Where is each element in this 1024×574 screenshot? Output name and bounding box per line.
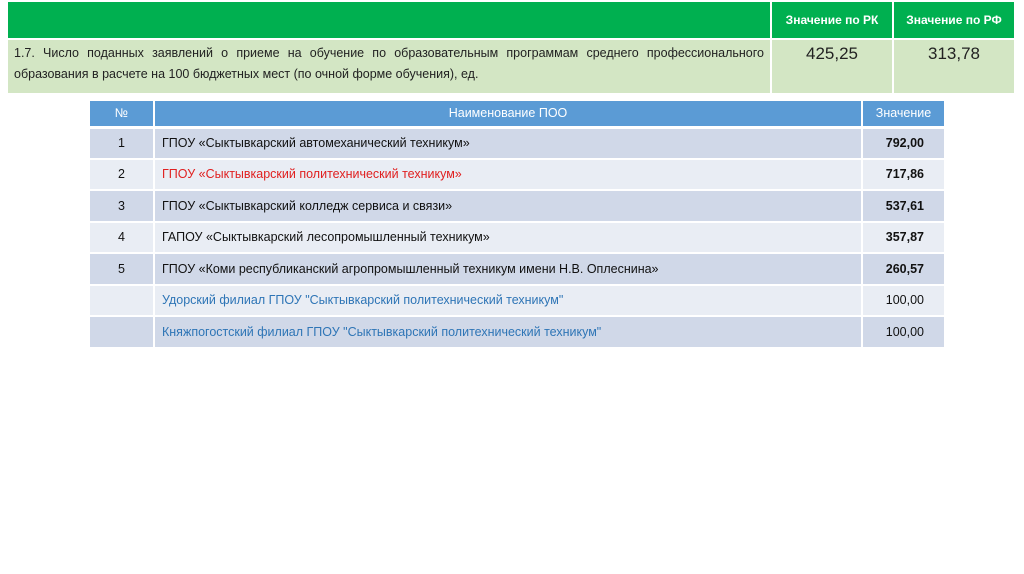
header-blank (6, 0, 772, 40)
row-num: 3 (88, 189, 155, 223)
header-rk: Значение по РК (770, 0, 894, 40)
row-value: 100,00 (861, 315, 946, 349)
value-rk: 425,25 (770, 38, 894, 95)
row-value: 260,57 (861, 252, 946, 286)
table-row: 5 ГПОУ «Коми республиканский агропромышле… (88, 252, 946, 286)
col-header-num: № (88, 99, 155, 129)
header-rf: Значение по РФ (892, 0, 1016, 40)
table-row: 4 ГАПОУ «Сыктывкарский лесопромышленный т… (88, 220, 946, 254)
row-value: 357,87 (861, 220, 946, 254)
value-rf: 313,78 (892, 38, 1016, 95)
row-value: 100,00 (861, 283, 946, 317)
row-num: 2 (88, 157, 155, 191)
row-name: ГАПОУ «Сыктывкарский лесопромышленный те… (153, 220, 863, 254)
row-value: 792,00 (861, 126, 946, 160)
col-header-value: Значение (861, 99, 946, 129)
indicator-table: Значение по РК Значение по РФ 1.7. Число… (6, 0, 1016, 95)
row-name: ГПОУ «Коми республиканский агропромышлен… (153, 252, 863, 286)
row-name: ГПОУ «Сыктывкарский колледж сервиса и св… (153, 189, 863, 223)
table-row: 1 ГПОУ «Сыктывкарский автомеханический те… (88, 126, 946, 160)
row-value: 537,61 (861, 189, 946, 223)
row-num: 1 (88, 126, 155, 160)
poo-table: № Наименование ПОО Значение 1 ГПОУ «Сыкты… (88, 99, 946, 349)
row-num: 4 (88, 220, 155, 254)
indicator-text: 1.7. Число поданных заявлений о приеме н… (6, 38, 772, 95)
table-row: 2 ГПОУ «Сыктывкарский политехнический тех… (88, 157, 946, 191)
row-name: Княжпогостский филиал ГПОУ "Сыктывкарски… (153, 315, 863, 349)
row-num (88, 315, 155, 349)
col-header-name: Наименование ПОО (153, 99, 863, 129)
table-row: Удорский филиал ГПОУ "Сыктывкарский поли… (88, 283, 946, 317)
table-row: 3 ГПОУ «Сыктывкарский колледж сервиса и с… (88, 189, 946, 223)
table-row: Княжпогостский филиал ГПОУ "Сыктывкарски… (88, 315, 946, 349)
row-num: 5 (88, 252, 155, 286)
row-name: Удорский филиал ГПОУ "Сыктывкарский поли… (153, 283, 863, 317)
row-num (88, 283, 155, 317)
row-name: ГПОУ «Сыктывкарский автомеханический тех… (153, 126, 863, 160)
row-name: ГПОУ «Сыктывкарский политехнический техн… (153, 157, 863, 191)
row-value: 717,86 (861, 157, 946, 191)
